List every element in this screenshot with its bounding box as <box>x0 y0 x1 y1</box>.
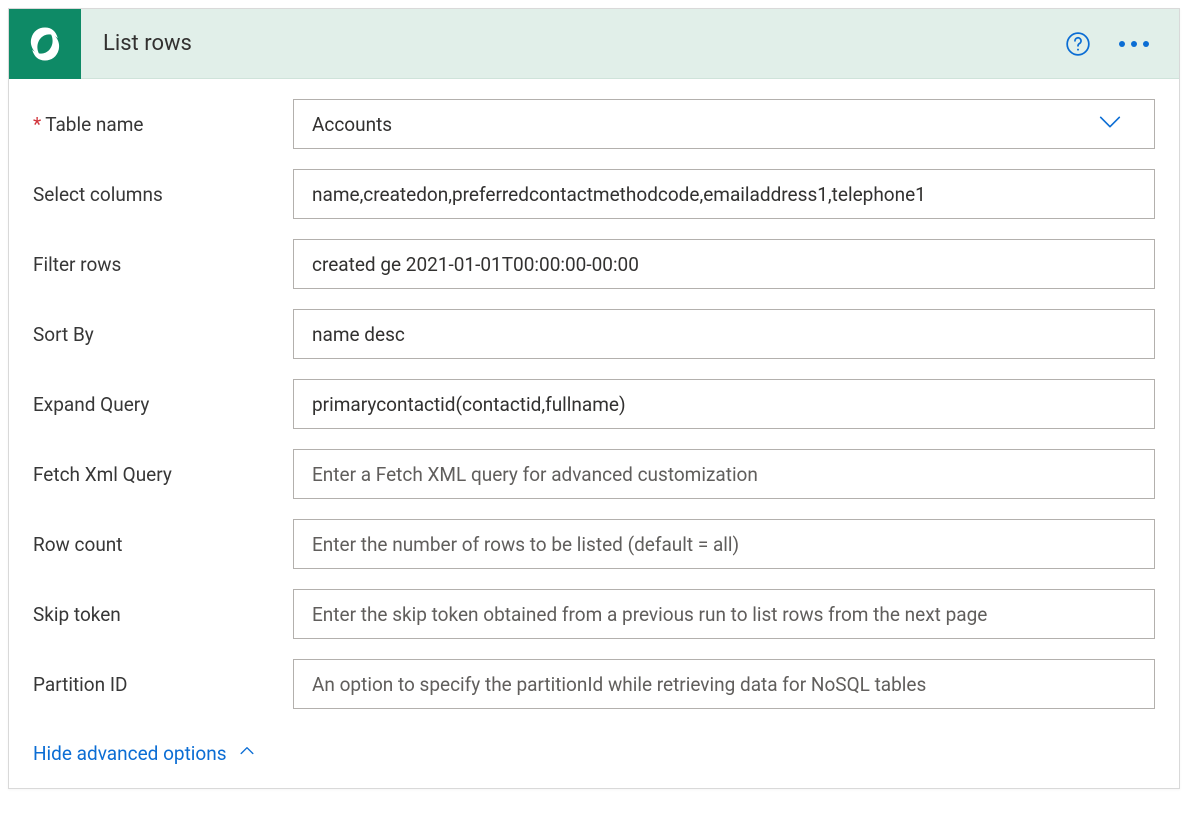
action-card: List rows *Table name Accounts <box>8 8 1180 789</box>
row-select-columns: Select columns <box>33 169 1155 219</box>
table-name-value: Accounts <box>312 113 392 136</box>
card-title[interactable]: List rows <box>81 31 1065 56</box>
toggle-label: Hide advanced options <box>33 742 227 765</box>
row-filter-rows: Filter rows <box>33 239 1155 289</box>
fetch-xml-input[interactable] <box>293 449 1155 499</box>
required-star: * <box>33 113 41 136</box>
row-row-count: Row count <box>33 519 1155 569</box>
label-row-count: Row count <box>33 533 293 556</box>
filter-rows-input[interactable] <box>293 239 1155 289</box>
label-filter-rows: Filter rows <box>33 253 293 276</box>
skip-token-input[interactable] <box>293 589 1155 639</box>
hide-advanced-options-link[interactable]: Hide advanced options <box>33 741 257 766</box>
row-sort-by: Sort By <box>33 309 1155 359</box>
row-table-name: *Table name Accounts <box>33 99 1155 149</box>
table-name-dropdown[interactable]: Accounts <box>293 99 1155 149</box>
header-actions <box>1065 31 1179 57</box>
label-skip-token: Skip token <box>33 603 293 626</box>
connector-icon <box>9 9 81 79</box>
chevron-down-icon <box>1096 108 1124 141</box>
label-table-name: *Table name <box>33 113 293 136</box>
row-expand-query: Expand Query <box>33 379 1155 429</box>
label-expand-query: Expand Query <box>33 393 293 416</box>
help-icon[interactable] <box>1065 31 1091 57</box>
expand-query-input[interactable] <box>293 379 1155 429</box>
card-body: *Table name Accounts Select columns Filt… <box>9 79 1179 735</box>
card-footer: Hide advanced options <box>9 735 1179 788</box>
sort-by-input[interactable] <box>293 309 1155 359</box>
more-options-icon[interactable] <box>1117 35 1151 53</box>
label-select-columns: Select columns <box>33 183 293 206</box>
row-fetch-xml: Fetch Xml Query <box>33 449 1155 499</box>
chevron-up-icon <box>237 741 257 766</box>
row-partition-id: Partition ID <box>33 659 1155 709</box>
card-header: List rows <box>9 9 1179 79</box>
partition-id-input[interactable] <box>293 659 1155 709</box>
label-sort-by: Sort By <box>33 323 293 346</box>
row-count-input[interactable] <box>293 519 1155 569</box>
select-columns-input[interactable] <box>293 169 1155 219</box>
label-fetch-xml: Fetch Xml Query <box>33 463 293 486</box>
row-skip-token: Skip token <box>33 589 1155 639</box>
label-partition-id: Partition ID <box>33 673 293 696</box>
